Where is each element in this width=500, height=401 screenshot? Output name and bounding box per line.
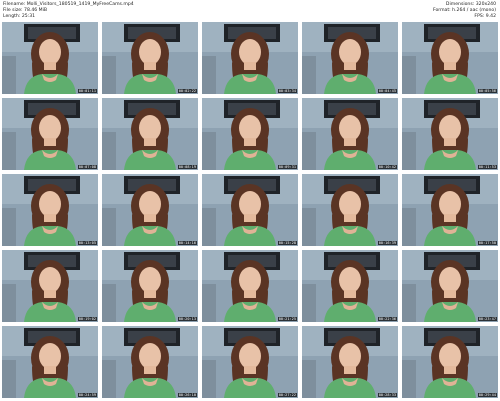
- thumbnail-timestamp: 00:03:34: [277, 89, 297, 93]
- thumbnail-timestamp: 00:21:25: [277, 317, 297, 321]
- thumbnail-timestamp: 00:04:45: [377, 89, 397, 93]
- video-thumbnail: 00:22:36: [302, 250, 398, 322]
- thumbnail-timestamp: 00:27:22: [277, 393, 297, 397]
- thumbnail-timestamp: 00:20:13: [177, 317, 197, 321]
- video-thumbnail: 00:19:02: [2, 250, 98, 322]
- contact-sheet-header: Filename: Molli_Visitors_180519_1419_MyF…: [0, 0, 500, 22]
- video-thumbnail: 00:02:22: [102, 22, 198, 94]
- thumbnail-timestamp: 00:22:36: [377, 317, 397, 321]
- video-thumbnail: 00:08:19: [102, 98, 198, 170]
- video-thumbnail: 00:28:33: [302, 326, 398, 398]
- video-thumbnail: 00:26:10: [102, 326, 198, 398]
- thumbnail-timestamp: 00:26:10: [177, 393, 197, 397]
- thumbnail-timestamp: 00:29:44: [477, 393, 497, 397]
- video-thumbnail: 00:27:22: [202, 326, 298, 398]
- thumbnail-timestamp: 00:01:11: [77, 89, 97, 93]
- video-thumbnail: 00:21:25: [202, 250, 298, 322]
- file-meta-right: Dimensions: 320x240 Format: h.264 / aac …: [433, 2, 496, 20]
- thumbnail-timestamp: 00:02:22: [177, 89, 197, 93]
- thumbnail-timestamp: 00:09:31: [277, 165, 297, 169]
- video-thumbnail: 00:23:47: [402, 250, 498, 322]
- thumbnail-timestamp: 00:10:42: [377, 165, 397, 169]
- video-thumbnail: 00:09:31: [202, 98, 298, 170]
- video-thumbnail: 00:17:50: [402, 174, 498, 246]
- file-meta-left: Filename: Molli_Visitors_180519_1419_MyF…: [3, 2, 134, 20]
- thumbnail-timestamp: 00:17:50: [477, 241, 497, 245]
- thumbnail-timestamp: 00:28:33: [377, 393, 397, 397]
- thumbnail-timestamp: 00:07:08: [77, 165, 97, 169]
- video-thumbnail: 00:16:39: [302, 174, 398, 246]
- thumbnail-grid: 00:01:11 00:02:22 00:03:34 00:04:45 00:0…: [2, 22, 498, 398]
- thumbnail-timestamp: 00:24:59: [77, 393, 97, 397]
- video-thumbnail: 00:03:34: [202, 22, 298, 94]
- fps-text: FPS: 9.42: [474, 14, 496, 19]
- video-thumbnail: 00:29:44: [402, 326, 498, 398]
- video-thumbnail: 00:05:56: [402, 22, 498, 94]
- video-thumbnail: 00:11:53: [402, 98, 498, 170]
- thumbnail-timestamp: 00:14:16: [177, 241, 197, 245]
- thumbnail-timestamp: 00:19:02: [77, 317, 97, 321]
- thumbnail-timestamp: 00:13:05: [77, 241, 97, 245]
- video-thumbnail: 00:10:42: [302, 98, 398, 170]
- thumbnail-timestamp: 00:15:28: [277, 241, 297, 245]
- video-thumbnail: 00:01:11: [2, 22, 98, 94]
- video-thumbnail: 00:04:45: [302, 22, 398, 94]
- video-thumbnail: 00:15:28: [202, 174, 298, 246]
- video-thumbnail: 00:20:13: [102, 250, 198, 322]
- length-text: Length: 25:31: [3, 14, 36, 19]
- thumbnail-timestamp: 00:11:53: [477, 165, 497, 169]
- video-thumbnail: 00:07:08: [2, 98, 98, 170]
- video-thumbnail: 00:24:59: [2, 326, 98, 398]
- video-thumbnail: 00:14:16: [102, 174, 198, 246]
- video-thumbnail: 00:13:05: [2, 174, 98, 246]
- thumbnail-timestamp: 00:16:39: [377, 241, 397, 245]
- thumbnail-timestamp: 00:05:56: [477, 89, 497, 93]
- thumbnail-timestamp: 00:08:19: [177, 165, 197, 169]
- thumbnail-timestamp: 00:23:47: [477, 317, 497, 321]
